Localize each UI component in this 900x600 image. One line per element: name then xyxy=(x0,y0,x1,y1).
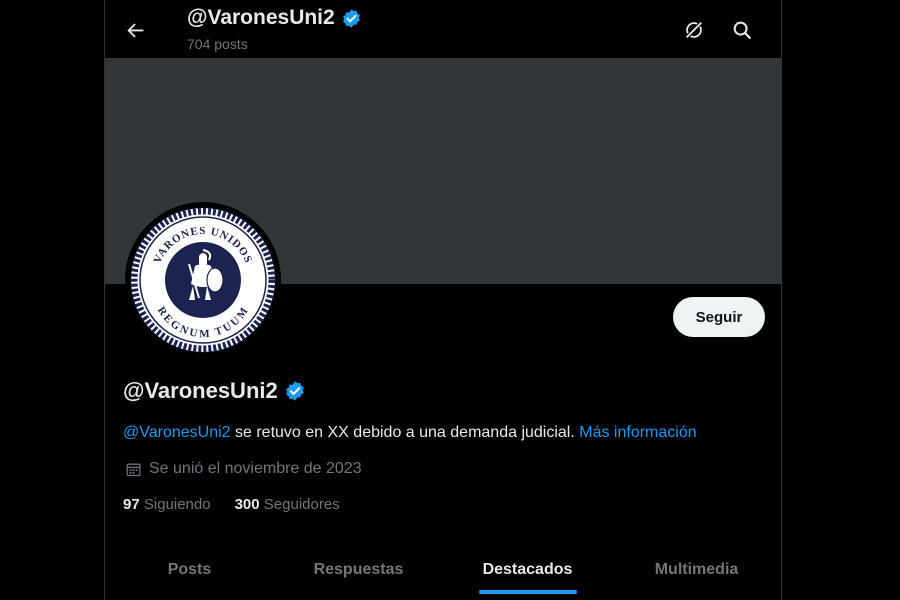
more-info-link[interactable]: Más información xyxy=(579,424,696,441)
header-posts-count: 704 posts xyxy=(187,36,248,52)
followers-stat[interactable]: 300 Seguidores xyxy=(235,496,340,513)
tab-label: Destacados xyxy=(482,561,573,578)
profile-column: @VaronesUni2 704 posts VARONES UNIDOS RE… xyxy=(104,0,782,600)
avatar[interactable]: VARONES UNIDOS REGNUM TUUM xyxy=(125,202,281,358)
tab-label: Respuestas xyxy=(313,561,404,578)
followers-label: Seguidores xyxy=(263,496,340,513)
profile-name-row: @VaronesUni2 xyxy=(123,378,306,404)
tab-label: Posts xyxy=(167,561,212,578)
tab-respuestas[interactable]: Respuestas xyxy=(274,540,443,600)
arrow-left-icon xyxy=(127,23,144,38)
grok-icon xyxy=(685,21,703,39)
following-label: Siguiendo xyxy=(143,496,211,513)
joined-text: Se unió el noviembre de 2023 xyxy=(149,460,362,477)
tab-multimedia[interactable]: Multimedia xyxy=(612,540,781,600)
profile-bio: @VaronesUni2 se retuvo en XX debido a un… xyxy=(123,424,697,442)
following-stat[interactable]: 97 Siguiendo xyxy=(123,496,211,513)
header-handle: @VaronesUni2 xyxy=(187,6,335,29)
following-count: 97 xyxy=(123,496,140,513)
grok-button[interactable] xyxy=(677,13,711,47)
verified-badge-icon xyxy=(342,8,360,28)
tab-label: Multimedia xyxy=(654,561,739,578)
back-button[interactable] xyxy=(119,13,153,47)
active-tab-indicator xyxy=(478,590,577,594)
follow-button[interactable]: Seguir xyxy=(673,297,765,337)
followers-count: 300 xyxy=(234,496,260,513)
calendar-icon xyxy=(126,463,141,476)
tab-destacados[interactable]: Destacados xyxy=(443,540,612,600)
profile-handle: @VaronesUni2 xyxy=(123,378,278,403)
tab-posts[interactable]: Posts xyxy=(105,540,274,600)
bio-text: se retuvo en XX debido a una demanda jud… xyxy=(230,424,580,441)
joined-date: Se unió el noviembre de 2023 xyxy=(125,460,362,478)
search-button[interactable] xyxy=(725,13,759,47)
header-title: @VaronesUni2 xyxy=(187,6,362,30)
bio-mention-link[interactable]: @VaronesUni2 xyxy=(123,424,231,441)
verified-badge-icon xyxy=(286,381,304,401)
varones-unidos-logo: VARONES UNIDOS REGNUM TUUM xyxy=(130,207,276,353)
profile-tabs: Posts Respuestas Destacados Multimedia xyxy=(105,540,781,600)
follow-stats: 97 Siguiendo 300 Seguidores xyxy=(123,496,340,513)
profile-header: @VaronesUni2 704 posts xyxy=(105,0,781,58)
search-icon xyxy=(733,21,751,39)
